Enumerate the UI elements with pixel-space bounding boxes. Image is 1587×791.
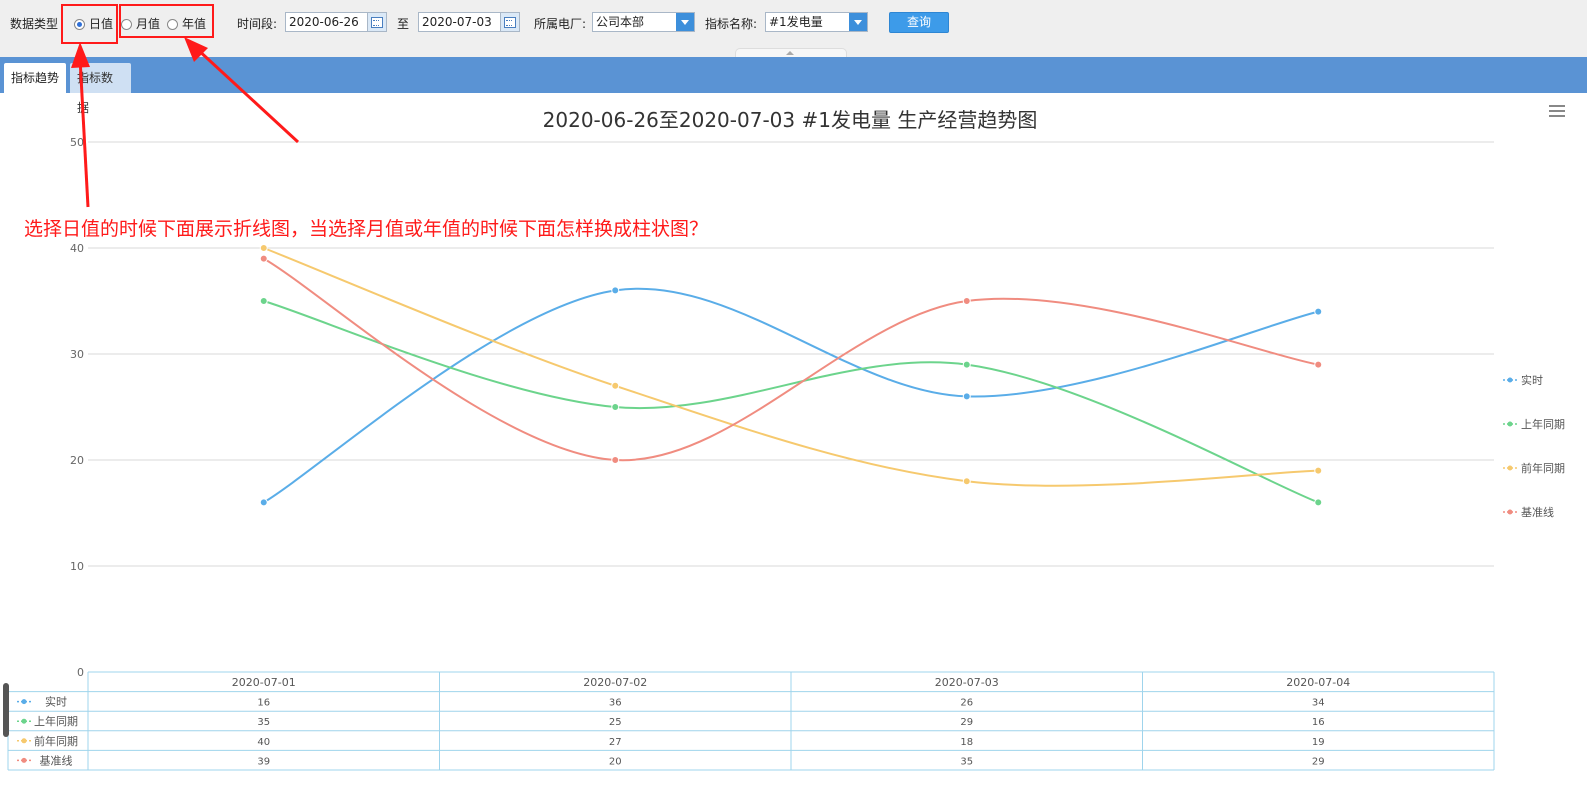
series-lines xyxy=(259,244,1323,507)
annotation-arrow-line xyxy=(194,46,300,144)
plant-label: 所属电厂: xyxy=(534,17,587,31)
data-point xyxy=(1314,360,1323,369)
table-value-cell: 35 xyxy=(960,756,973,767)
table-value-cell: 35 xyxy=(257,717,270,728)
y-tick-label: 20 xyxy=(70,454,84,467)
chevron-down-icon[interactable] xyxy=(849,13,867,31)
calendar-icon[interactable] xyxy=(367,13,386,31)
table-value-cell: 36 xyxy=(609,698,622,709)
data-point xyxy=(962,297,971,305)
data-point xyxy=(611,381,620,390)
table-value-cell: 19 xyxy=(1312,737,1325,748)
table-value-cell: 18 xyxy=(960,737,973,748)
table-value-cell: 39 xyxy=(257,756,270,767)
y-tick-label: 30 xyxy=(70,348,84,361)
table-value-cell: 29 xyxy=(960,717,973,728)
query-button[interactable]: 查询 xyxy=(889,12,949,33)
y-tick-label: 0 xyxy=(77,666,84,679)
legend-item[interactable]: 前年同期 xyxy=(1503,461,1565,475)
indicator-label: 指标名称: xyxy=(705,17,758,31)
legend-label: 实时 xyxy=(1521,373,1543,387)
series-line xyxy=(263,300,1319,504)
indicator-select[interactable]: #1发电量 xyxy=(765,12,868,32)
table-swatch-dot xyxy=(21,718,27,724)
table-value-cell: 40 xyxy=(257,737,270,748)
data-point xyxy=(611,403,620,411)
calendar-icon[interactable] xyxy=(500,13,519,31)
plant-value: 公司本部 xyxy=(596,15,645,29)
data-point xyxy=(962,360,971,369)
table-value-cell: 20 xyxy=(609,756,622,767)
data-point xyxy=(962,477,971,486)
table-value-cell: 26 xyxy=(960,698,973,709)
date-to-value: 2020-07-03 xyxy=(422,15,492,29)
table-value-cell: 16 xyxy=(1312,717,1325,728)
data-point xyxy=(962,392,971,401)
table-swatch-dot xyxy=(21,699,27,705)
table-value-cell: 34 xyxy=(1312,698,1325,709)
legend-swatch-dot xyxy=(1507,465,1513,471)
table-series-label: 实时 xyxy=(45,695,67,709)
chevron-down-icon[interactable] xyxy=(676,13,694,31)
data-point xyxy=(1314,466,1323,475)
legend-label: 上年同期 xyxy=(1521,417,1565,431)
indicator-value: #1发电量 xyxy=(769,15,823,29)
annotation-arrow-head xyxy=(71,42,90,68)
plant-select[interactable]: 公司本部 xyxy=(592,12,695,32)
table-value-cell: 16 xyxy=(257,698,270,709)
series-line xyxy=(263,287,1319,504)
legend-label: 基准线 xyxy=(1521,505,1554,519)
data-point xyxy=(259,297,268,305)
annotation-text: 选择日值的时候下面展示折线图，当选择月值或年值的时候下面怎样换成柱状图？ xyxy=(24,218,709,240)
data-point xyxy=(611,286,620,295)
scroll-handle[interactable] xyxy=(3,683,9,737)
annotation-arrows xyxy=(71,37,300,208)
legend-item[interactable]: 基准线 xyxy=(1503,505,1554,519)
y-tick-label: 40 xyxy=(70,242,84,255)
data-point xyxy=(259,498,268,507)
legend-swatch-dot xyxy=(1507,377,1513,383)
date-to-field[interactable]: 2020-07-03 xyxy=(418,12,520,32)
y-tick-label: 10 xyxy=(70,560,84,573)
table-value-cell: 27 xyxy=(609,737,622,748)
legend-item[interactable]: 上年同期 xyxy=(1503,417,1565,431)
annotation-arrow-head xyxy=(184,37,208,62)
table-swatch-dot xyxy=(21,738,27,744)
table-series-label: 前年同期 xyxy=(34,734,78,748)
table-value-cell: 29 xyxy=(1312,756,1325,767)
table-series-label: 上年同期 xyxy=(34,714,78,728)
data-point xyxy=(259,244,268,252)
table-header-cell: 2020-07-04 xyxy=(1286,676,1350,689)
table-swatch-dot xyxy=(21,757,27,763)
annotation-arrow-line xyxy=(78,57,90,208)
data-point xyxy=(1314,498,1323,507)
data-point xyxy=(1314,307,1323,316)
legend-swatch-dot xyxy=(1507,509,1513,515)
table-header-cell: 2020-07-02 xyxy=(583,676,647,689)
chart-title: 2020-06-26至2020-07-03 #1发电量 生产经营趋势图 xyxy=(543,108,1038,132)
series-line xyxy=(263,247,1319,487)
table-series-label: 基准线 xyxy=(40,753,73,767)
to-label: 至 xyxy=(397,17,410,31)
menu-icon[interactable] xyxy=(1549,105,1565,118)
table-header-cell: 2020-07-01 xyxy=(232,676,296,689)
legend[interactable]: 实时上年同期前年同期基准线 xyxy=(1503,373,1565,519)
table-header-cell: 2020-07-03 xyxy=(935,676,999,689)
data-table: 2020-07-01 2020-07-02 2020-07-03 2020-07-04… xyxy=(7,671,1495,771)
table-value-cell: 25 xyxy=(609,717,622,728)
data-point xyxy=(611,456,620,464)
legend-item[interactable]: 实时 xyxy=(1503,373,1543,387)
data-point xyxy=(259,254,268,263)
legend-swatch-dot xyxy=(1507,421,1513,427)
legend-label: 前年同期 xyxy=(1521,461,1565,475)
